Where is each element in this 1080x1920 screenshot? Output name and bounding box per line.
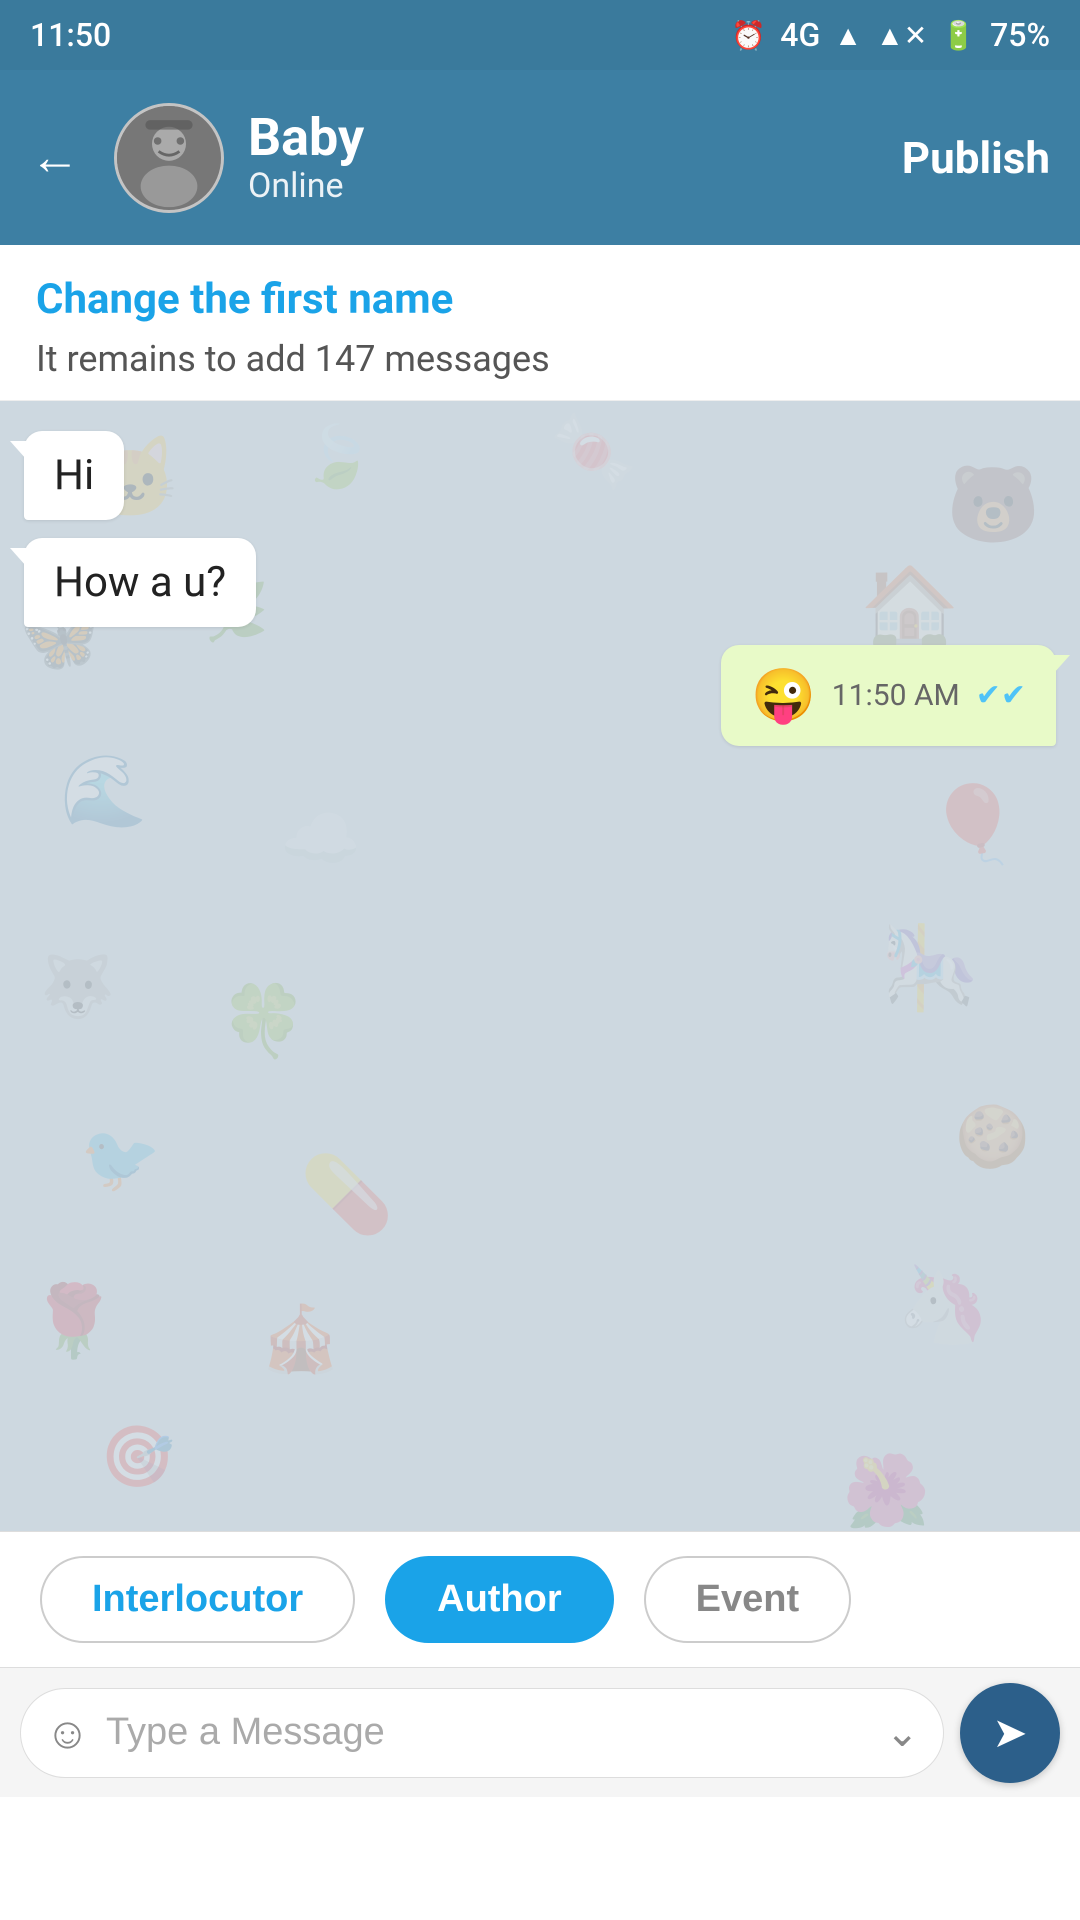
battery-label: 75% <box>990 16 1050 54</box>
message-text-2: How a u? <box>54 558 226 607</box>
contact-name: Baby <box>248 109 878 166</box>
bubble-received-2: How a u? <box>24 538 256 627</box>
battery-icon: 🔋 <box>941 19 976 52</box>
send-icon: ➤ <box>992 1708 1027 1758</box>
info-subtitle: It remains to add 147 messages <box>36 338 1044 380</box>
send-button[interactable]: ➤ <box>960 1683 1060 1783</box>
status-time: 11:50 <box>30 16 111 54</box>
tab-selector: Interlocutor Author Event <box>0 1531 1080 1667</box>
emoji-picker-button[interactable]: ☺ <box>45 1707 90 1759</box>
tab-event-label: Event <box>696 1578 799 1620</box>
message-3: 😜 11:50 AM ✔✔ <box>24 645 1056 746</box>
bubble-sent-1: 😜 11:50 AM ✔✔ <box>721 645 1056 746</box>
alarm-icon: ⏰ <box>731 19 766 52</box>
signal-x-icon: ▲✕ <box>876 19 927 52</box>
contact-status: Online <box>248 166 878 206</box>
network-label: 4G <box>780 16 820 54</box>
chat-header: ← Baby Online Publish <box>0 70 1080 245</box>
status-bar: 11:50 ⏰ 4G ▲ ▲✕ 🔋 75% <box>0 0 1080 70</box>
message-tick: ✔✔ <box>976 678 1026 713</box>
tab-interlocutor[interactable]: Interlocutor <box>40 1556 355 1643</box>
avatar-image <box>117 106 221 210</box>
message-time: 11:50 AM <box>832 678 960 713</box>
message-2: How a u? <box>24 538 1056 627</box>
contact-avatar <box>114 103 224 213</box>
message-text-1: Hi <box>54 451 94 500</box>
message-input[interactable] <box>106 1711 870 1754</box>
messages-container: Hi How a u? 😜 11:50 AM ✔✔ <box>24 431 1056 746</box>
bubble-received-1: Hi <box>24 431 124 520</box>
info-title: Change the first name <box>36 275 1044 324</box>
message-input-wrapper: ☺ ⌄ <box>20 1688 944 1778</box>
info-banner: Change the first name It remains to add … <box>0 245 1080 401</box>
tab-author-label: Author <box>437 1578 562 1620</box>
tab-event[interactable]: Event <box>644 1556 851 1643</box>
chevron-down-icon[interactable]: ⌄ <box>885 1709 919 1756</box>
sent-emoji: 😜 <box>751 665 816 726</box>
message-1: Hi <box>24 431 1056 520</box>
status-icons: ⏰ 4G ▲ ▲✕ 🔋 75% <box>731 16 1050 54</box>
signal-icon: ▲ <box>834 19 862 52</box>
chat-area: 🐱 🍃 🍬 🐻 🦋 🌿 🏠 🌊 ☁️ 🎈 🐺 🍀 🎠 🐦 💊 🍪 🌹 🎪 🦄 🎯… <box>0 401 1080 1531</box>
contact-info: Baby Online <box>248 109 878 206</box>
publish-button[interactable]: Publish <box>902 132 1050 184</box>
back-button[interactable]: ← <box>30 133 80 183</box>
tab-author[interactable]: Author <box>385 1556 614 1643</box>
tab-interlocutor-label: Interlocutor <box>92 1578 303 1620</box>
input-bar: ☺ ⌄ ➤ <box>0 1667 1080 1797</box>
